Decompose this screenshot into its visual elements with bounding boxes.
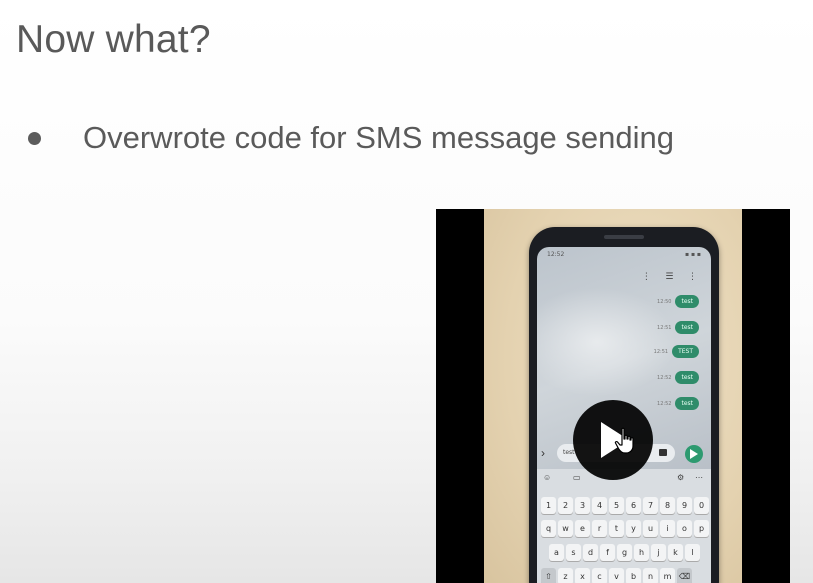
key: h — [634, 544, 649, 561]
key: a — [549, 544, 564, 561]
key: 4 — [592, 497, 607, 514]
message-time: 12:52 — [657, 374, 672, 381]
key: 6 — [626, 497, 641, 514]
screen-glare — [537, 287, 677, 397]
message-row: 12:52 test — [657, 371, 699, 384]
key: m — [660, 568, 675, 583]
phone-status-time: 12:52 — [547, 251, 565, 258]
key: f — [600, 544, 615, 561]
keyboard-row-top: q w e r t y u i o p — [541, 520, 709, 537]
play-button[interactable] — [573, 400, 653, 480]
bullet-list: Overwrote code for SMS message sending — [28, 120, 674, 156]
chevron-right-icon: › — [541, 446, 545, 460]
key: 0 — [694, 497, 709, 514]
key: j — [651, 544, 666, 561]
message-time: 12:51 — [653, 348, 669, 355]
key: k — [668, 544, 683, 561]
phone-status-bar: 12:52 ▪ ▪ ▪ — [547, 251, 701, 261]
key: n — [643, 568, 658, 583]
key: 9 — [677, 497, 692, 514]
phone-keyboard: ☺ ▭ ⚙ ⋯ 1 2 3 4 5 6 7 8 9 0 q w e r t y … — [537, 469, 711, 583]
key: r — [592, 520, 607, 537]
phone-toolbar-icons: ⋮ ☰ ⋮ — [641, 271, 703, 281]
message-row: 12:52 test — [657, 397, 699, 410]
key: l — [685, 544, 700, 561]
video-frame: 12:52 ▪ ▪ ▪ ⋮ ☰ ⋮ 12:50 test 12:51 test … — [484, 209, 742, 583]
key: ⌫ — [677, 568, 692, 583]
key: g — [617, 544, 632, 561]
key: 2 — [558, 497, 573, 514]
message-time: 12:51 — [657, 324, 672, 331]
key: 3 — [575, 497, 590, 514]
embedded-video[interactable]: 12:52 ▪ ▪ ▪ ⋮ ☰ ⋮ 12:50 test 12:51 test … — [436, 209, 790, 583]
key: u — [643, 520, 658, 537]
key: t — [609, 520, 624, 537]
message-time: 12:50 — [657, 298, 672, 305]
key: 1 — [541, 497, 556, 514]
message-bubble: test — [675, 397, 699, 410]
message-row: 12:51 test — [657, 321, 699, 334]
emoji-icon: ☺ — [543, 473, 552, 482]
key: b — [626, 568, 641, 583]
gear-icon: ⚙ — [677, 473, 685, 482]
message-bubble: TEST — [672, 345, 699, 358]
hand-cursor-icon — [614, 427, 634, 454]
key: i — [660, 520, 675, 537]
message-row: 12:51 TEST — [654, 345, 699, 358]
message-bubble: test — [675, 295, 699, 308]
phone-speaker — [604, 235, 644, 239]
message-bubble: test — [675, 371, 699, 384]
key: z — [558, 568, 573, 583]
bullet-dot-icon — [28, 131, 41, 145]
key: ⇧ — [541, 568, 556, 583]
keyboard-row-bottom: ⇧ z x c v b n m ⌫ — [541, 568, 692, 583]
key: d — [583, 544, 598, 561]
key: o — [677, 520, 692, 537]
key: s — [566, 544, 581, 561]
keyboard-row-numbers: 1 2 3 4 5 6 7 8 9 0 — [541, 497, 709, 514]
more-icon: ⋯ — [695, 473, 703, 482]
keyboard-row-middle: a s d f g h j k l — [549, 544, 700, 561]
bullet-text: Overwrote code for SMS message sending — [83, 120, 674, 155]
key: v — [609, 568, 624, 583]
key: 5 — [609, 497, 624, 514]
message-row: 12:50 test — [657, 295, 699, 308]
message-time: 12:52 — [657, 400, 672, 407]
key: e — [575, 520, 590, 537]
key: q — [541, 520, 556, 537]
key: c — [592, 568, 607, 583]
key: p — [694, 520, 709, 537]
key: w — [558, 520, 573, 537]
slide-title: Now what? — [16, 18, 211, 61]
key: 7 — [643, 497, 658, 514]
key: 8 — [660, 497, 675, 514]
send-icon — [685, 445, 703, 463]
gif-icon: ▭ — [573, 473, 581, 482]
key: y — [626, 520, 641, 537]
key: x — [575, 568, 590, 583]
phone-status-icons: ▪ ▪ ▪ — [684, 251, 701, 258]
bullet-item: Overwrote code for SMS message sending — [28, 120, 674, 156]
message-bubble: test — [675, 321, 699, 334]
sticker-icon — [659, 449, 667, 456]
